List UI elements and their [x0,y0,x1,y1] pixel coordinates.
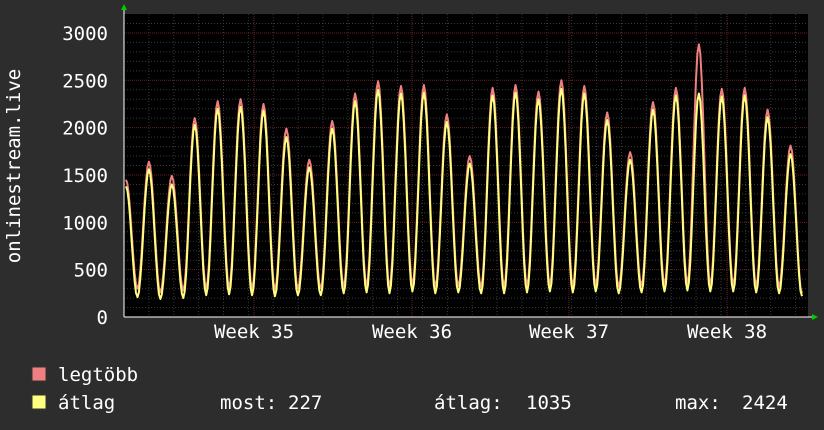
stat-current-value: 227 [288,392,322,414]
y-tick-label: 1500 [62,165,108,187]
legend-label-max: legtöbb [58,364,138,386]
y-tick-label: 0 [97,307,108,329]
x-tick-label: Week 37 [529,321,609,343]
chart: 0 500 1000 1500 2000 2500 3000 Week 35 Week 36 W… [0,0,824,430]
y-tick-label: 2500 [62,70,108,92]
y-tick-label: 500 [74,260,108,282]
x-tick-label: Week 36 [372,321,452,343]
y-tick-label: 1000 [62,212,108,234]
legend-swatch-max [31,366,47,382]
stat-current-label: most: [220,392,277,414]
stat-average-label: átlag: [434,392,503,414]
x-tick-label: Week 35 [214,321,294,343]
y-tick-label: 3000 [62,23,108,45]
stat-max-label: max: [675,392,721,414]
legend-swatch-avg [31,394,47,410]
y-axis-label: onlinestream.live [3,69,25,263]
stat-average-value: 1035 [526,392,572,414]
stat-max-value: 2424 [742,392,788,414]
x-tick-label: Week 38 [687,321,767,343]
y-tick-label: 2000 [62,118,108,140]
legend-label-avg: átlag [58,392,115,414]
